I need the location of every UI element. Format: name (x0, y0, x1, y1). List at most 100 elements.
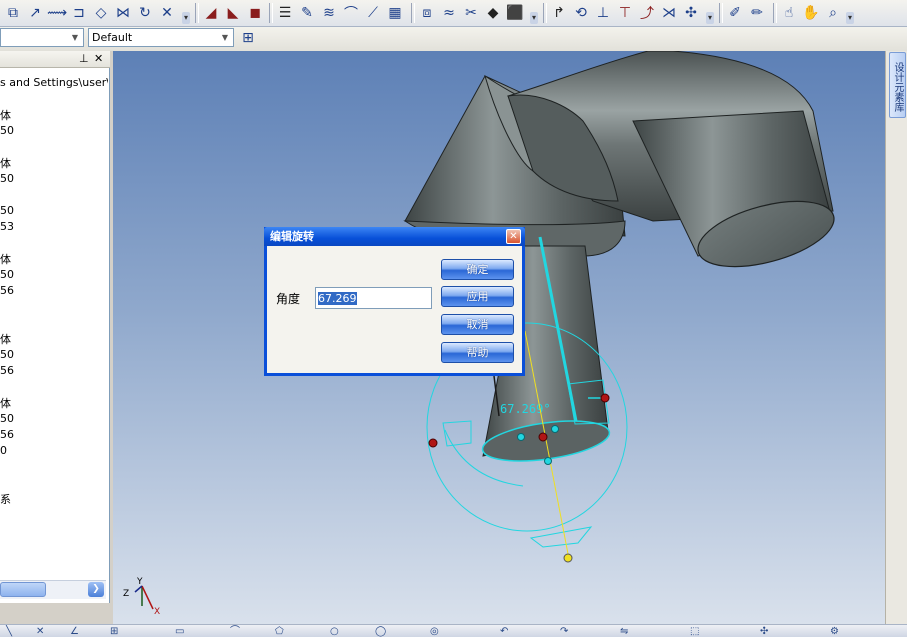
cross-icon[interactable]: ✕ (36, 625, 44, 637)
eyedropper-icon[interactable]: ✐ (724, 2, 746, 24)
surface-icon[interactable]: ≈ (438, 2, 460, 24)
view-icon[interactable]: ⬚ (690, 625, 699, 637)
close-icon[interactable]: ✕ (94, 52, 103, 65)
triad-y-label: Y (136, 577, 143, 587)
sketch-icon[interactable]: ⧉ (2, 2, 24, 24)
zoom-icon[interactable]: ⌕ (822, 2, 844, 24)
cube-icon[interactable]: ⬛ (504, 2, 526, 24)
red-handle-left[interactable] (428, 438, 438, 448)
tree-item[interactable]: 50 (0, 172, 14, 185)
red-handle-center[interactable] (538, 432, 548, 442)
rect-icon[interactable]: ▭ (175, 625, 184, 637)
grid-icon[interactable]: ⊞ (110, 625, 118, 637)
chevron-down-icon[interactable]: ▼ (217, 29, 233, 46)
tree-item[interactable]: 体 (0, 251, 11, 267)
angle-input[interactable] (315, 287, 432, 309)
pin-icon[interactable]: ⊥ (79, 52, 89, 65)
tree-item[interactable]: 56 (0, 428, 14, 441)
trim-icon[interactable]: ✂ (460, 2, 482, 24)
spline-icon[interactable]: ↗ (24, 2, 46, 24)
tree-item[interactable]: 体 (0, 331, 11, 347)
dialog-title[interactable]: 编辑旋转 (264, 227, 525, 246)
move-arrow-icon[interactable]: ↱ (548, 2, 570, 24)
offset-icon[interactable]: ◎ (430, 625, 439, 637)
hierarchy-icon[interactable]: ⊞ (238, 28, 258, 48)
ellipse-icon[interactable]: ◯ (375, 625, 386, 637)
revolve-icon[interactable]: ↻ (134, 2, 156, 24)
toolbar-overflow-2[interactable]: ▾ (530, 12, 538, 24)
mirror-icon[interactable]: ⇋ (620, 625, 628, 637)
rotation-handle-left[interactable] (442, 420, 472, 447)
tree-item[interactable]: 56 (0, 284, 14, 297)
rotate-face-icon[interactable]: ⟲ (570, 2, 592, 24)
tree-item[interactable]: 系 (0, 491, 11, 507)
filter-combo[interactable]: ▼ (0, 28, 84, 47)
line-tool-icon[interactable]: ╲ (6, 625, 12, 637)
cyan-handle[interactable] (517, 433, 525, 441)
cyan-handle[interactable] (544, 457, 552, 465)
pick-icon[interactable]: ☝ (778, 2, 800, 24)
design-elements-tab[interactable]: 设计元素库 (889, 52, 906, 118)
toolbar-overflow-4[interactable]: ▾ (846, 12, 854, 24)
tree-item[interactable]: 体 (0, 107, 11, 123)
scroll-right-icon[interactable]: ❯ (88, 582, 104, 597)
tree-item[interactable]: 53 (0, 220, 14, 233)
arc-icon[interactable]: ⌒ (230, 625, 240, 637)
angle-icon[interactable]: ∠ (70, 625, 79, 637)
constraint-icon[interactable]: ⋊ (658, 2, 680, 24)
stack-icon[interactable]: ☰ (274, 2, 296, 24)
undo-icon[interactable]: ↶ (500, 625, 508, 637)
tree-item[interactable]: 体 (0, 395, 11, 411)
chevron-down-icon[interactable]: ▼ (67, 29, 83, 46)
tree-item[interactable]: 0 (0, 444, 7, 457)
circle-icon[interactable]: ○ (330, 625, 339, 637)
scrollbar-thumb[interactable] (0, 582, 46, 597)
cyan-handle[interactable] (551, 425, 559, 433)
layers-icon[interactable]: ⧈ (416, 2, 438, 24)
polygon-icon[interactable]: ⬠ (275, 625, 284, 637)
edit-shape-icon[interactable]: ✎ (296, 2, 318, 24)
settings-icon[interactable]: ⚙ (830, 625, 839, 637)
tree-item[interactable]: 体 (0, 155, 11, 171)
box-red-icon[interactable]: ◢ (200, 2, 222, 24)
wedge-red-icon[interactable]: ◣ (222, 2, 244, 24)
pattern-icon[interactable]: ▦ (384, 2, 406, 24)
block-red-icon[interactable]: ◼ (244, 2, 266, 24)
measure-icon[interactable]: ⊤ (614, 2, 636, 24)
solid-icon[interactable]: ◆ (482, 2, 504, 24)
dimension-icon[interactable]: ⤴ (636, 2, 658, 24)
twist-icon[interactable]: ✕ (156, 2, 178, 24)
transform-icon[interactable]: ✣ (680, 2, 702, 24)
toolbar-separator (540, 3, 548, 23)
align-icon[interactable]: ⊥ (592, 2, 614, 24)
tree-item[interactable]: 50 (0, 412, 14, 425)
toolbar-overflow-1[interactable]: ▾ (182, 12, 190, 24)
toolbar-overflow-3[interactable]: ▾ (706, 12, 714, 24)
shell-icon[interactable]: ◇ (90, 2, 112, 24)
tree-item[interactable]: 50 (0, 268, 14, 281)
apply-button[interactable]: 应用 (441, 286, 514, 307)
pan-icon[interactable]: ✋ (800, 2, 822, 24)
paint-icon[interactable]: ✏ (746, 2, 768, 24)
sweep-icon[interactable]: ⟿ (46, 2, 68, 24)
tree-item[interactable]: 50 (0, 204, 14, 217)
angle-annotation: 67.269° (500, 402, 551, 416)
ok-button[interactable]: 确定 (441, 259, 514, 280)
style-combo[interactable]: Default ▼ (88, 28, 234, 47)
extrude-icon[interactable]: ⊐ (68, 2, 90, 24)
axis-end-handle[interactable] (563, 553, 573, 563)
help-button[interactable]: 帮助 (441, 342, 514, 363)
tree-item[interactable]: 56 (0, 364, 14, 377)
redo-icon[interactable]: ↷ (560, 625, 568, 637)
red-handle-right[interactable] (600, 393, 610, 403)
close-icon[interactable]: ✕ (506, 229, 521, 244)
split-icon[interactable]: ≋ (318, 2, 340, 24)
toolbar-separator (716, 3, 724, 23)
tree-item[interactable]: 50 (0, 348, 14, 361)
tree-item[interactable]: 50 (0, 124, 14, 137)
snap-icon[interactable]: ✣ (760, 625, 768, 637)
fillet-icon[interactable]: ⌒ (340, 2, 362, 24)
cancel-button[interactable]: 取消 (441, 314, 514, 335)
loft-icon[interactable]: ⋈ (112, 2, 134, 24)
chamfer-icon[interactable]: ⟋ (362, 2, 384, 24)
